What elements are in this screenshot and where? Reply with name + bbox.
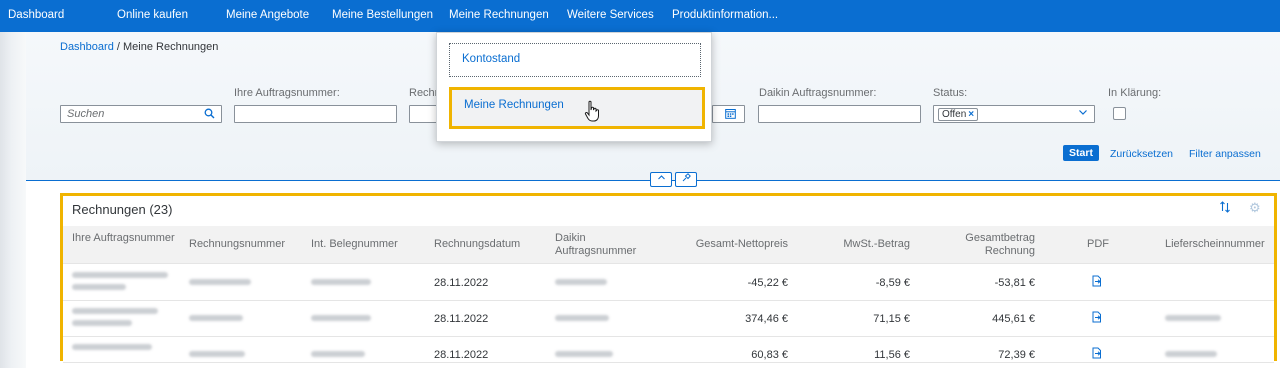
vat-amount: 71,15 €: [873, 313, 910, 325]
redacted-delivery-note: [1165, 351, 1217, 357]
order-number-label: Ihre Auftragsnummer:: [234, 87, 340, 99]
redacted-internal-number: [311, 315, 371, 321]
nav-meine-rechnungen[interactable]: Meine Rechnungen: [449, 9, 549, 21]
column-header-pdf[interactable]: PDF: [1078, 238, 1118, 251]
pdf-icon[interactable]: [1091, 311, 1102, 323]
total-amount: 72,39 €: [998, 349, 1035, 361]
invoice-date-field[interactable]: [712, 105, 745, 123]
collapse-header-button[interactable]: [650, 172, 672, 187]
top-navigation-bar: Dashboard Online kaufen Meine Angebote M…: [0, 0, 1280, 32]
net-price: -45,22 €: [747, 277, 788, 289]
search-input[interactable]: Suchen: [60, 105, 222, 123]
redacted-delivery-note: [1165, 315, 1221, 321]
gear-icon[interactable]: ⚙: [1249, 200, 1261, 216]
vat-amount: -8,59 €: [875, 277, 910, 289]
sort-icon[interactable]: [1219, 201, 1231, 216]
column-header-daikin-order[interactable]: Daikin Auftragsnummer: [555, 232, 665, 258]
left-side-strip: [0, 32, 26, 368]
breadcrumb: Dashboard / Meine Rechnungen: [60, 41, 218, 53]
redacted-order-number: [72, 284, 126, 290]
redacted-order-number: [72, 272, 168, 278]
adjust-filter-button[interactable]: Filter anpassen: [1189, 148, 1261, 160]
nav-weitere-services[interactable]: Weitere Services: [567, 9, 654, 21]
breadcrumb-current: Meine Rechnungen: [123, 41, 219, 53]
column-header-invoice-number[interactable]: Rechnungsnummer: [189, 238, 285, 251]
menu-item-kontostand[interactable]: Kontostand: [449, 43, 701, 77]
rechnungen-dropdown-menu: Kontostand Meine Rechnungen: [436, 32, 712, 142]
reset-button[interactable]: Zurücksetzen: [1110, 148, 1173, 160]
redacted-daikin-order: [555, 315, 609, 321]
token-remove-icon[interactable]: ×: [968, 109, 974, 120]
redacted-daikin-order: [555, 279, 607, 285]
column-header-total[interactable]: Gesamtbetrag Rechnung: [953, 232, 1035, 258]
column-header-delivery-note[interactable]: Lieferscheinnummer: [1165, 238, 1265, 251]
table-title: Rechnungen (23): [72, 202, 173, 217]
breadcrumb-separator: /: [113, 41, 123, 53]
column-header-net-price[interactable]: Gesamt-Nettopreis: [673, 238, 788, 251]
redacted-invoice-number: [189, 279, 251, 285]
total-amount: -53,81 €: [994, 277, 1035, 289]
vat-amount: 11,56 €: [874, 349, 910, 361]
daikin-order-label: Daikin Auftragsnummer:: [759, 87, 877, 99]
redacted-order-number: [72, 344, 152, 350]
column-header-invoice-date[interactable]: Rechnungsdatum: [434, 238, 520, 251]
order-number-field[interactable]: [234, 105, 397, 123]
daikin-order-field[interactable]: [758, 105, 921, 123]
status-label: Status:: [933, 87, 968, 99]
net-price: 374,46 €: [745, 313, 788, 325]
table-row[interactable]: 28.11.2022 374,46 € 71,15 € 445,61 €: [63, 301, 1274, 337]
redacted-internal-number: [311, 279, 371, 285]
pin-header-button[interactable]: [675, 172, 697, 187]
table-row[interactable]: 28.11.2022 60,83 € 11,56 € 72,39 €: [63, 337, 1274, 363]
pdf-icon[interactable]: [1091, 347, 1102, 359]
invoice-date: 28.11.2022: [434, 349, 489, 361]
invoice-number-field[interactable]: [409, 105, 437, 123]
total-amount: 445,61 €: [992, 313, 1035, 325]
in-clarification-label: In Klärung:: [1108, 87, 1162, 99]
search-icon[interactable]: [204, 108, 215, 122]
chevron-down-icon[interactable]: [1078, 107, 1088, 120]
menu-item-meine-rechnungen[interactable]: Meine Rechnungen: [449, 87, 705, 129]
pdf-icon[interactable]: [1091, 275, 1102, 287]
nav-meine-angebote[interactable]: Meine Angebote: [226, 9, 309, 21]
column-header-order-number[interactable]: Ihre Auftragsnummer: [72, 232, 182, 245]
redacted-order-number: [72, 308, 158, 314]
table-header: Ihre Auftragsnummer Rechnungsnummer Int.…: [63, 226, 1274, 264]
chevron-up-icon: [657, 175, 665, 180]
table-row[interactable]: 28.11.2022 -45,22 € -8,59 € -53,81 €: [63, 265, 1274, 301]
breadcrumb-link-dashboard[interactable]: Dashboard: [60, 41, 114, 53]
nav-produktinformation[interactable]: Produktinformation...: [672, 9, 778, 21]
redacted-internal-number: [311, 351, 365, 357]
invoice-date: 28.11.2022: [434, 277, 489, 289]
calendar-icon[interactable]: [725, 108, 736, 122]
status-token[interactable]: Offen ×: [938, 108, 979, 121]
search-placeholder: Suchen: [67, 108, 105, 120]
nav-online-kaufen[interactable]: Online kaufen: [117, 9, 188, 21]
column-header-vat[interactable]: MwSt.-Betrag: [803, 238, 910, 251]
status-multiselect[interactable]: Offen ×: [933, 105, 1095, 123]
net-price: 60,83 €: [751, 349, 788, 361]
invoice-date: 28.11.2022: [434, 313, 489, 325]
column-header-internal-number[interactable]: Int. Belegnummer: [311, 238, 398, 251]
nav-meine-bestellungen[interactable]: Meine Bestellungen: [332, 9, 433, 21]
in-clarification-checkbox[interactable]: [1113, 107, 1126, 120]
status-token-label: Offen: [942, 109, 967, 120]
start-button[interactable]: Start: [1063, 145, 1099, 161]
redacted-invoice-number: [189, 351, 245, 357]
hand-cursor-icon: [584, 100, 599, 122]
redacted-invoice-number: [189, 315, 243, 321]
redacted-daikin-order: [555, 351, 613, 357]
pin-icon: [682, 173, 691, 182]
nav-dashboard[interactable]: Dashboard: [8, 9, 64, 21]
redacted-order-number: [72, 320, 132, 326]
